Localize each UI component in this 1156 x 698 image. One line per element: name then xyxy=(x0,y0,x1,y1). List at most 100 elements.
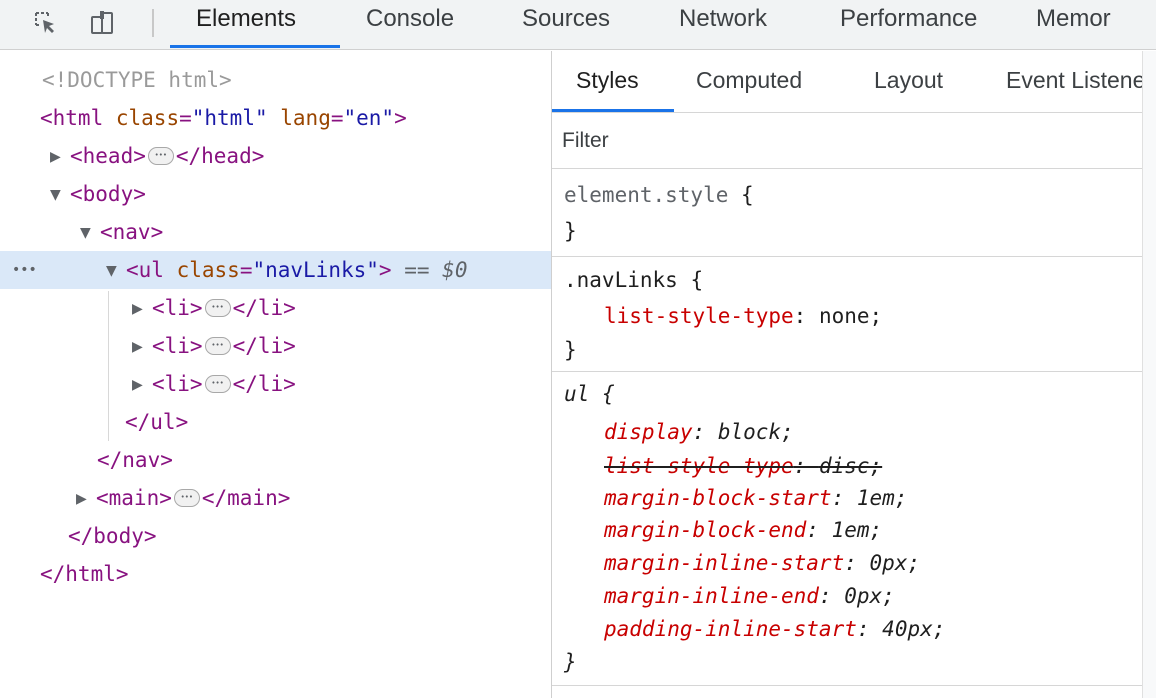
rule-close-brace: } xyxy=(564,219,577,243)
collapse-triangle-icon[interactable]: ▼ xyxy=(50,176,70,214)
rule-close-brace: } xyxy=(564,650,577,674)
collapse-triangle-icon[interactable]: ▼ xyxy=(80,214,100,252)
css-property-name: list-style-type xyxy=(604,454,794,478)
element-style-rule[interactable]: element.style { xyxy=(564,178,754,212)
node-actions-icon[interactable]: ••• xyxy=(12,251,37,289)
css-property-name: margin-block-start xyxy=(604,486,832,510)
dom-line-nav[interactable]: ▼ <nav> xyxy=(80,213,163,251)
tab-computed[interactable]: Computed xyxy=(696,67,802,94)
devtools-toolbar: Elements Console Sources Network Perform… xyxy=(0,0,1156,50)
li-close-tag: </li> xyxy=(232,372,296,396)
tab-memory[interactable]: Memor xyxy=(1036,0,1111,50)
expand-triangle-icon[interactable]: ▶ xyxy=(76,480,96,518)
expand-triangle-icon[interactable]: ▶ xyxy=(132,328,152,366)
li-close-tag: </li> xyxy=(232,334,296,358)
dom-line-html-close[interactable]: </html> xyxy=(40,555,129,593)
collapsed-ellipsis-icon[interactable] xyxy=(204,337,231,355)
css-declaration[interactable]: margin-inline-start: 0px; xyxy=(604,546,920,580)
tab-sources[interactable]: Sources xyxy=(522,0,610,50)
html-open-tag: <html xyxy=(40,106,104,130)
expand-triangle-icon[interactable]: ▶ xyxy=(132,366,152,404)
dom-line-body-close[interactable]: </body> xyxy=(68,517,157,555)
dom-line-li[interactable]: ▶<li> </li> xyxy=(132,327,296,365)
tab-elements[interactable]: Elements xyxy=(196,0,296,50)
dom-tree-panel: ••• <!DOCTYPE html> <html class="html" l… xyxy=(0,51,551,698)
css-property-name: margin-inline-start xyxy=(604,551,845,575)
rule-selector: ul xyxy=(564,382,590,406)
collapsed-ellipsis-icon[interactable] xyxy=(173,489,200,507)
navlinks-rule[interactable]: .navLinks { xyxy=(564,263,703,297)
attr-name: class xyxy=(115,106,180,130)
dom-line-li[interactable]: ▶<li> </li> xyxy=(132,289,296,327)
styles-pane: Styles Computed Layout Event Listeners e… xyxy=(552,51,1142,698)
dom-line-li[interactable]: ▶<li> </li> xyxy=(132,365,296,403)
ua-ul-rule[interactable]: ul { xyxy=(564,377,615,411)
selected-variable: $0 xyxy=(442,258,468,282)
dom-line-html[interactable]: <html class="html" lang="en"> xyxy=(40,99,407,137)
css-property-value: disc; xyxy=(818,454,883,478)
doctype-text: <!DOCTYPE html> xyxy=(42,68,232,92)
css-declaration[interactable]: margin-inline-end: 0px; xyxy=(604,579,895,613)
css-property-name: padding-inline-start xyxy=(604,617,857,641)
body-open-tag: <body> xyxy=(70,182,146,206)
css-declaration[interactable]: padding-inline-start: 40px; xyxy=(604,612,945,646)
scrollbar-track[interactable] xyxy=(1142,51,1156,698)
tab-performance[interactable]: Performance xyxy=(840,0,977,50)
css-property-value: 40px; xyxy=(882,617,946,641)
attr-name: class xyxy=(176,258,240,282)
collapsed-ellipsis-icon[interactable] xyxy=(204,299,231,317)
active-tab-indicator xyxy=(170,45,340,48)
dom-line-ul-close[interactable]: </ul> xyxy=(125,403,188,441)
css-property-value: 0px; xyxy=(844,584,895,608)
css-property-value: block; xyxy=(717,420,794,444)
tab-network[interactable]: Network xyxy=(679,0,767,50)
css-property-value[interactable]: none; xyxy=(819,304,882,328)
active-subtab-indicator xyxy=(552,109,674,112)
dom-line-nav-close[interactable]: </nav> xyxy=(97,441,173,479)
expand-triangle-icon[interactable]: ▶ xyxy=(132,290,152,328)
rule-separator xyxy=(552,256,1142,257)
device-toolbar-icon[interactable] xyxy=(88,9,116,37)
tab-styles[interactable]: Styles xyxy=(576,67,639,94)
attr-name: lang xyxy=(280,106,331,130)
ul-close-tag: </ul> xyxy=(125,410,189,434)
ul-open-tag: <ul xyxy=(126,258,164,282)
toolbar-separator xyxy=(152,9,154,37)
rule-selector: .navLinks xyxy=(564,268,678,292)
css-declaration[interactable]: margin-block-end: 1em; xyxy=(604,513,882,547)
tab-console[interactable]: Console xyxy=(366,0,454,50)
li-open-tag: <li> xyxy=(152,372,203,396)
css-declaration-overridden[interactable]: list-style-type: disc; xyxy=(604,449,882,483)
selected-marker: == xyxy=(404,258,430,282)
attr-value: "navLinks" xyxy=(252,258,379,282)
css-declaration[interactable]: margin-block-start: 1em; xyxy=(604,481,907,515)
li-open-tag: <li> xyxy=(152,334,203,358)
css-property-name: margin-block-end xyxy=(604,518,807,542)
dom-line-main[interactable]: ▶<main> </main> xyxy=(76,479,290,517)
dom-line-head[interactable]: ▶<head> </head> xyxy=(50,137,264,175)
collapsed-ellipsis-icon[interactable] xyxy=(204,375,231,393)
collapse-triangle-icon[interactable]: ▼ xyxy=(106,252,126,290)
css-property-name[interactable]: list-style-type xyxy=(604,304,794,328)
styles-filter xyxy=(552,113,1142,169)
li-open-tag: <li> xyxy=(152,296,203,320)
inspect-element-icon[interactable] xyxy=(32,9,60,37)
main-open-tag: <main> xyxy=(96,486,172,510)
rule-separator xyxy=(552,685,1142,686)
css-property-name: display xyxy=(604,420,693,444)
css-declaration[interactable]: display: block; xyxy=(604,415,794,449)
expand-triangle-icon[interactable]: ▶ xyxy=(50,138,70,176)
css-property-value: 1em; xyxy=(831,518,883,542)
css-declaration[interactable]: list-style-type: none; xyxy=(604,299,882,333)
tab-layout[interactable]: Layout xyxy=(874,67,943,94)
dom-line-doctype[interactable]: <!DOCTYPE html> xyxy=(42,61,232,99)
dom-line-ul-selected[interactable]: ▼ <ul class="navLinks"> == $0 xyxy=(106,251,467,289)
filter-input[interactable] xyxy=(562,123,1140,159)
head-close-tag: </head> xyxy=(175,144,265,168)
rule-close-brace: } xyxy=(564,338,577,362)
css-property-value: 0px; xyxy=(869,551,921,575)
html-close-tag: </html> xyxy=(40,562,129,586)
collapsed-ellipsis-icon[interactable] xyxy=(147,147,174,165)
dom-line-body[interactable]: ▼ <body> xyxy=(50,175,146,213)
tab-event-listeners[interactable]: Event Listeners xyxy=(1006,67,1142,94)
